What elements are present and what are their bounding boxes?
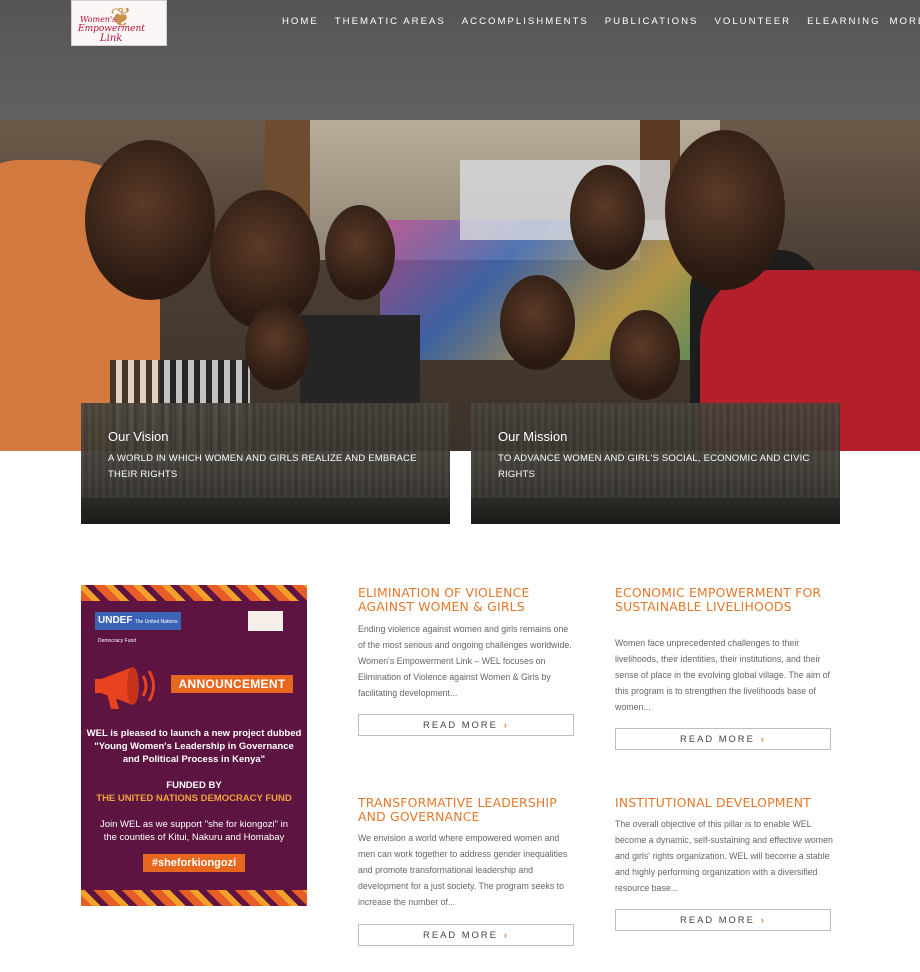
institutional-read-more-button[interactable]: READ MORE › — [615, 909, 831, 931]
announcement-poster[interactable]: UNDEF The United Nations Democracy Fund … — [81, 585, 307, 906]
site-header: ❦ Women's Empowerment Link HOME THEMATIC… — [0, 0, 920, 120]
chevron-right-icon: › — [503, 929, 509, 940]
megaphone-icon — [95, 667, 155, 709]
announcement-label: ANNOUNCEMENT — [171, 675, 293, 693]
econ-title[interactable]: ECONOMIC EMPOWERMENT FOR SUSTAINABLE LIV… — [615, 586, 845, 614]
nav-item-more[interactable]: MORE — [890, 16, 920, 27]
nav-item-accomplishments[interactable]: ACCOMPLISHMENTS — [462, 16, 589, 27]
nav-item-volunteer[interactable]: VOLUNTEER — [714, 16, 791, 27]
wel-small-logo — [248, 611, 283, 631]
nav-item-elearning[interactable]: ELEARNING — [807, 16, 880, 27]
mission-card: Our Mission TO ADVANCE WOMEN AND GIRL'S … — [471, 403, 840, 524]
evaw-text: Ending violence against women and girls … — [358, 624, 572, 698]
institutional-title[interactable]: INSTITUTIONAL DEVELOPMENT — [615, 796, 845, 810]
institutional-text: The overall objective of this pillar is … — [615, 819, 833, 893]
vision-title: Our Vision — [108, 429, 169, 444]
nav-item-thematic-areas[interactable]: THEMATIC AREAS — [335, 16, 446, 27]
mission-text: TO ADVANCE WOMEN AND GIRL'S SOCIAL, ECON… — [498, 453, 810, 480]
site-logo[interactable]: ❦ Women's Empowerment Link — [71, 0, 167, 46]
logo-text-line3: Link — [100, 33, 123, 44]
hashtag-label: #sheforkiongozi — [143, 854, 245, 872]
undef-logo: UNDEF The United Nations Democracy Fund — [95, 612, 181, 644]
chevron-right-icon: › — [503, 719, 509, 730]
vision-text: A WORLD IN WHICH WOMEN AND GIRLS REALIZE… — [108, 453, 417, 480]
nav-item-home[interactable]: HOME — [282, 16, 319, 27]
econ-text: Women face unprecedented challenges to t… — [615, 638, 831, 712]
vision-card: Our Vision A WORLD IN WHICH WOMEN AND GI… — [81, 403, 450, 524]
chevron-right-icon: › — [760, 914, 766, 925]
leadership-title[interactable]: TRANSFORMATIVE LEADERSHIP AND GOVERNANCE — [358, 796, 588, 824]
hero-photo — [0, 120, 920, 451]
econ-read-more-button[interactable]: READ MORE › — [615, 728, 831, 750]
nav-item-publications[interactable]: PUBLICATIONS — [605, 16, 699, 27]
leadership-text: We envision a world where empowered wome… — [358, 833, 568, 907]
leadership-read-more-button[interactable]: READ MORE › — [358, 924, 574, 946]
mission-title: Our Mission — [498, 429, 568, 444]
logo-text-line1: Women's — [80, 15, 117, 24]
evaw-read-more-button[interactable]: READ MORE › — [358, 714, 574, 736]
main-nav: HOME THEMATIC AREAS ACCOMPLISHMENTS PUBL… — [282, 16, 920, 27]
chevron-right-icon: › — [760, 733, 766, 744]
evaw-title[interactable]: ELIMINATION OF VIOLENCE AGAINST WOMEN & … — [358, 586, 588, 614]
